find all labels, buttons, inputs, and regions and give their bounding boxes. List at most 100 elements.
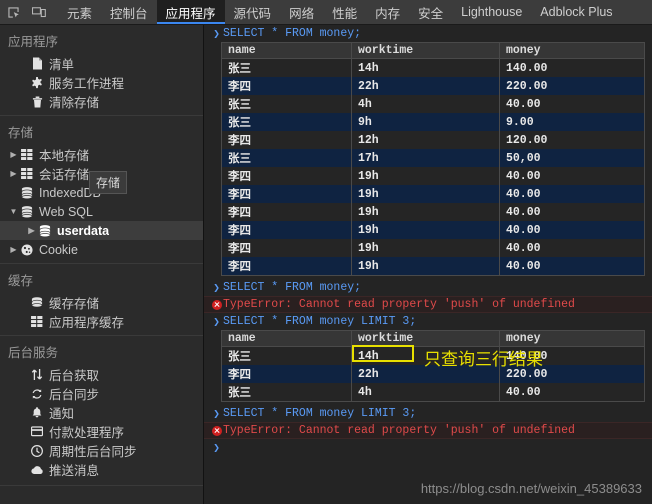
tab-security[interactable]: 安全 [409,0,452,24]
tab-adblock-plus[interactable]: Adblock Plus [531,0,621,24]
cell-worktime: 14h [351,58,500,77]
expand-arrow-icon[interactable]: ▶ [8,169,19,178]
sidebar-item-label: 会话存储 [39,168,90,182]
sidebar-item-manifest[interactable]: ▶ 清单 [0,54,203,73]
tab-elements[interactable]: 元素 [58,0,101,24]
console-error-line[interactable]: TypeError: Cannot read property 'push' o… [204,422,652,439]
sidebar-item-periodic-background-sync[interactable]: ▶ 周期性后台同步 [0,441,203,460]
cell-money: 40.00 [499,383,645,402]
column-header-money[interactable]: money [499,42,645,59]
sidebar-item-cookie[interactable]: ▶ Cookie [0,240,203,259]
table-row[interactable]: 张三 4h 40.00 [221,95,645,113]
device-toolbar-icon[interactable] [26,0,52,24]
table-row[interactable]: 李四 19h 40.00 [221,257,645,276]
sidebar-item-push-messaging[interactable]: ▶ 推送消息 [0,460,203,479]
column-header-name[interactable]: name [221,330,352,347]
sidebar-item-userdata[interactable]: ▶ userdata [0,221,203,240]
cell-name: 张三 [221,58,352,77]
error-message-text: TypeError: Cannot read property 'push' o… [223,424,575,437]
sidebar-item-label: Web SQL [39,204,93,219]
cell-name: 李四 [221,365,352,383]
cell-name: 李四 [221,221,352,239]
expand-arrow-icon: ▶ [18,299,29,307]
table-row[interactable]: 张三 4h 40.00 [221,383,645,402]
tab-network[interactable]: 网络 [280,0,323,24]
sidebar-item-application-cache[interactable]: ▶ 应用程序缓存 [0,312,203,331]
sidebar-item-label: 清单 [49,58,75,72]
sidebar-item-web-sql[interactable]: ▼ Web SQL [0,202,203,221]
expand-arrow-icon: ▶ [18,447,29,455]
sidebar-divider [0,485,203,486]
clock-icon [29,444,45,457]
console-input-prompt[interactable]: ❯ [204,439,652,456]
bell-icon [29,406,45,419]
cell-worktime: 19h [351,239,500,257]
table-row[interactable]: 张三 17h 50,00 [221,149,645,167]
sidebar-item-background-fetch[interactable]: ▶ 后台获取 [0,365,203,384]
table-row[interactable]: 李四 12h 120.00 [221,131,645,149]
sidebar-section-application: 应用程序 [8,35,59,49]
column-header-name[interactable]: name [221,42,352,59]
sidebar-section-background-services: 后台服务 [8,346,59,360]
table-row[interactable]: 李四 22h 220.00 [221,77,645,95]
sync-icon [29,388,45,400]
console-error-line[interactable]: TypeError: Cannot read property 'push' o… [204,296,652,313]
tab-performance[interactable]: 性能 [323,0,366,24]
expand-arrow-icon: ▶ [18,428,29,436]
console-command-line[interactable]: ❯ SELECT * FROM money; [204,279,652,296]
gear-icon [29,76,45,89]
cell-worktime: 19h [351,167,500,185]
error-message-text: TypeError: Cannot read property 'push' o… [223,298,575,311]
expand-arrow-icon[interactable]: ▶ [8,245,19,254]
expand-arrow-icon: ▶ [18,371,29,379]
sidebar-item-clear-storage[interactable]: ▶ 清除存储 [0,92,203,111]
cell-name: 李四 [221,185,352,203]
sidebar-item-payment-handler[interactable]: ▶ 付款处理程序 [0,422,203,441]
tab-memory[interactable]: 内存 [366,0,409,24]
sidebar-item-local-storage[interactable]: ▶ 本地存储 [0,145,203,164]
sidebar-item-notifications[interactable]: ▶ 通知 [0,403,203,422]
console-command-line-limit[interactable]: ❯ SELECT * FROM money LIMIT 3; [204,313,652,330]
cell-money: 220.00 [499,77,645,95]
sidebar-item-cache-storage[interactable]: ▶ 缓存存储 [0,293,203,312]
sidebar-item-label: 后台获取 [49,369,100,383]
console-command-line[interactable]: ❯ SELECT * FROM money; [204,25,652,42]
tab-application[interactable]: 应用程序 [156,0,225,24]
cell-money: 40.00 [499,239,645,257]
table-row[interactable]: 李四 19h 40.00 [221,239,645,257]
cell-name: 张三 [221,383,352,402]
cell-name: 李四 [221,167,352,185]
tab-console[interactable]: 控制台 [101,0,157,24]
tab-sources[interactable]: 源代码 [225,0,281,24]
tab-lighthouse[interactable]: Lighthouse [452,0,531,24]
cell-name: 张三 [221,346,352,365]
collapse-arrow-icon[interactable]: ▼ [8,207,19,216]
sidebar-item-service-workers[interactable]: ▶ 服务工作进程 [0,73,203,92]
expand-arrow-icon[interactable]: ▶ [8,150,19,159]
cell-worktime: 4h [351,95,500,113]
column-header-worktime[interactable]: worktime [351,42,500,59]
cell-money: 40.00 [499,185,645,203]
sidebar-item-label: 推送消息 [49,464,100,478]
cell-worktime: 4h [351,383,500,402]
table-row[interactable]: 李四 19h 40.00 [221,185,645,203]
cell-money: 50,00 [499,149,645,167]
inspect-element-icon[interactable] [0,0,26,24]
table-header-row: name worktime money [221,42,645,59]
table-row[interactable]: 李四 19h 40.00 [221,221,645,239]
cell-money: 9.00 [499,113,645,131]
sidebar-item-label: 清除存储 [49,96,100,110]
sidebar-item-background-sync[interactable]: ▶ 后台同步 [0,384,203,403]
cell-name: 李四 [221,203,352,221]
table-row[interactable]: 李四 19h 40.00 [221,167,645,185]
table-row[interactable]: 张三 14h 140.00 [221,58,645,77]
table-row[interactable]: 张三 9h 9.00 [221,113,645,131]
expand-arrow-icon[interactable]: ▶ [26,226,37,235]
table-row[interactable]: 李四 19h 40.00 [221,203,645,221]
cell-name: 李四 [221,239,352,257]
cell-name: 李四 [221,131,352,149]
cell-worktime: 19h [351,185,500,203]
sidebar-item-label: Cookie [39,242,78,257]
console-command-line[interactable]: ❯ SELECT * FROM money LIMIT 3; [204,405,652,422]
sql-query-text: SELECT * FROM money LIMIT 3; [223,315,417,328]
